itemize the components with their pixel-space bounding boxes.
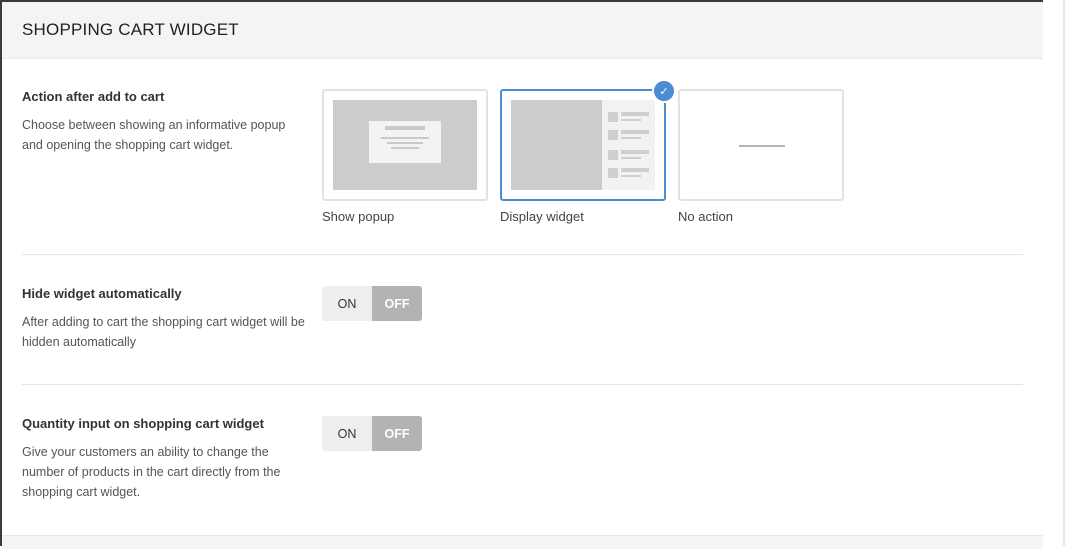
section-label: Quantity input on shopping cart widget [22,416,264,431]
section-label: Hide widget automatically [22,286,182,301]
section-hide-widget: Hide widget automatically After adding t… [22,286,1023,352]
option-no-action[interactable]: No action [678,89,844,224]
toggle-on[interactable]: ON [322,416,372,451]
section-action-after-add: Action after add to cart Choose between … [22,79,1023,224]
option-label: Display widget [500,209,584,224]
widget-preview-image [511,100,655,190]
widget-panel-preview [602,100,655,190]
hide-widget-toggle[interactable]: ON OFF [322,286,422,321]
panel-title: SHOPPING CART WIDGET [22,20,239,39]
option-label: Show popup [322,209,395,224]
divider [22,384,1023,385]
scroll-gutter [1043,0,1065,546]
section-quantity-input: Quantity input on shopping cart widget G… [22,416,1023,502]
section-description: Give your customers an ability to change… [22,445,281,499]
divider [22,254,1023,255]
display-widget-thumbnail[interactable]: ✓ [500,79,676,201]
popup-preview-image [333,100,477,190]
toggle-off[interactable]: OFF [372,286,422,321]
popup-card [369,121,441,163]
show-popup-thumbnail[interactable] [322,89,488,201]
settings-panel: SHOPPING CART WIDGET Action after add to… [0,0,1043,549]
panel-header: SHOPPING CART WIDGET [2,2,1043,59]
panel-footer [2,535,1043,549]
toggle-on[interactable]: ON [322,286,372,321]
option-display-widget[interactable]: ✓ Display widget [500,79,676,224]
check-icon: ✓ [652,79,676,103]
section-description: After adding to cart the shopping cart w… [22,315,305,349]
action-options: Show popup ✓ Display widget No action [322,79,856,224]
section-description: Choose between showing an informative po… [22,118,286,152]
option-show-popup[interactable]: Show popup [322,89,488,224]
quantity-input-toggle[interactable]: ON OFF [322,416,422,451]
dash-icon [739,145,785,147]
toggle-off[interactable]: OFF [372,416,422,451]
no-action-thumbnail[interactable] [678,89,844,201]
option-label: No action [678,209,733,224]
